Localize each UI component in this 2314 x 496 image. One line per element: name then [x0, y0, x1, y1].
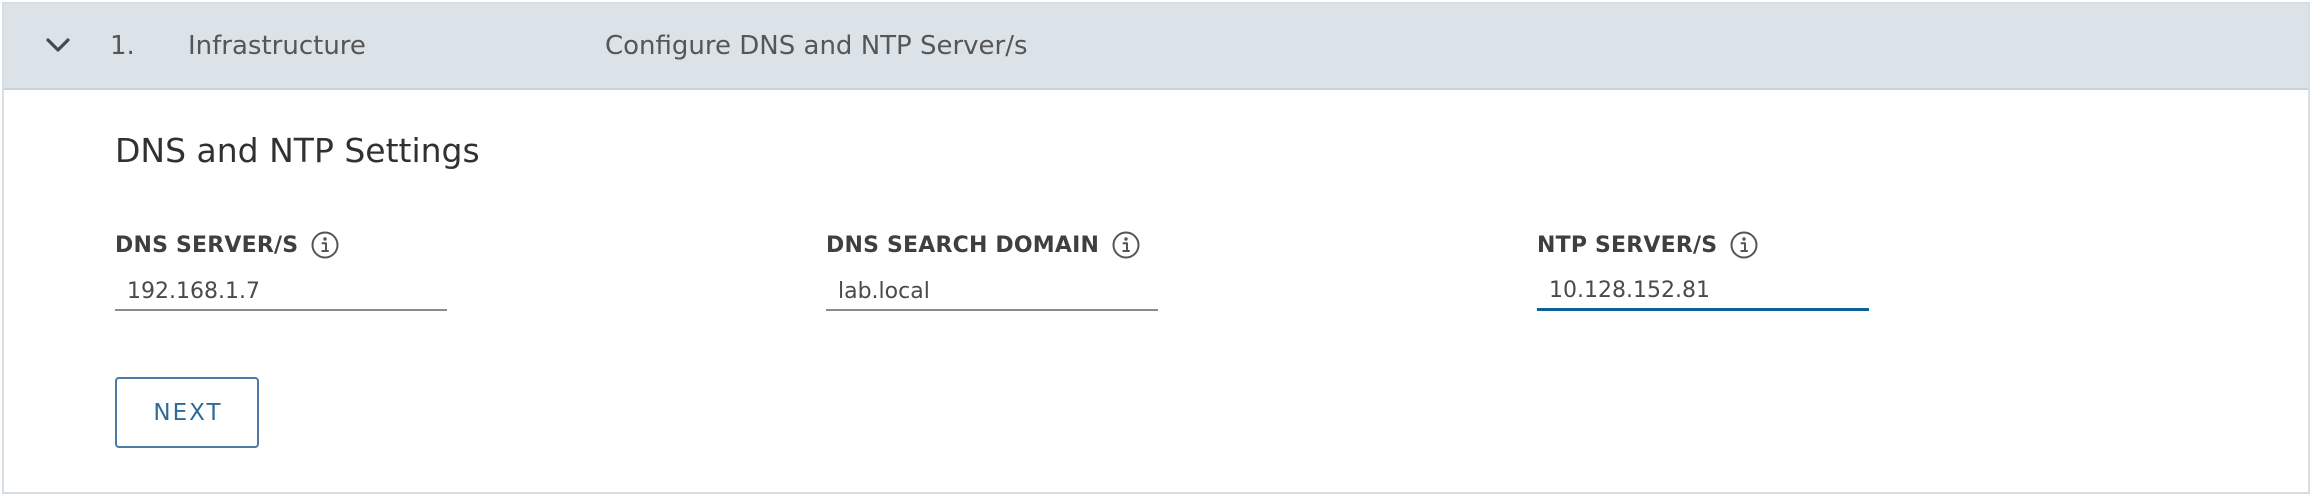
setup-panel: 1. Infrastructure Configure DNS and NTP …: [2, 2, 2310, 494]
ntp-servers-label-row: NTP SERVER/S: [1537, 228, 1877, 262]
dns-servers-input[interactable]: [115, 273, 447, 311]
ntp-servers-input[interactable]: [1537, 273, 1869, 311]
step-number: 1.: [110, 31, 135, 61]
step-title: Infrastructure: [188, 31, 366, 61]
next-button[interactable]: NEXT: [115, 377, 259, 448]
info-icon[interactable]: [1729, 230, 1759, 260]
dns-search-domain-label-row: DNS SEARCH DOMAIN: [826, 228, 1166, 262]
info-icon[interactable]: [310, 230, 340, 260]
dns-servers-field: DNS SERVER/S: [115, 228, 455, 311]
dns-search-domain-label: DNS SEARCH DOMAIN: [826, 232, 1100, 258]
dns-search-domain-input[interactable]: [826, 273, 1158, 311]
step-description: Configure DNS and NTP Server/s: [605, 31, 1028, 61]
dns-servers-label-row: DNS SERVER/S: [115, 228, 455, 262]
ntp-servers-field: NTP SERVER/S: [1537, 228, 1877, 311]
step-header[interactable]: 1. Infrastructure Configure DNS and NTP …: [4, 4, 2308, 90]
section-title: DNS and NTP Settings: [115, 131, 480, 170]
chevron-down-icon[interactable]: [45, 36, 71, 54]
dns-search-domain-field: DNS SEARCH DOMAIN: [826, 228, 1166, 311]
dns-servers-label: DNS SERVER/S: [115, 232, 299, 258]
ntp-servers-label: NTP SERVER/S: [1537, 232, 1718, 258]
info-icon[interactable]: [1111, 230, 1141, 260]
